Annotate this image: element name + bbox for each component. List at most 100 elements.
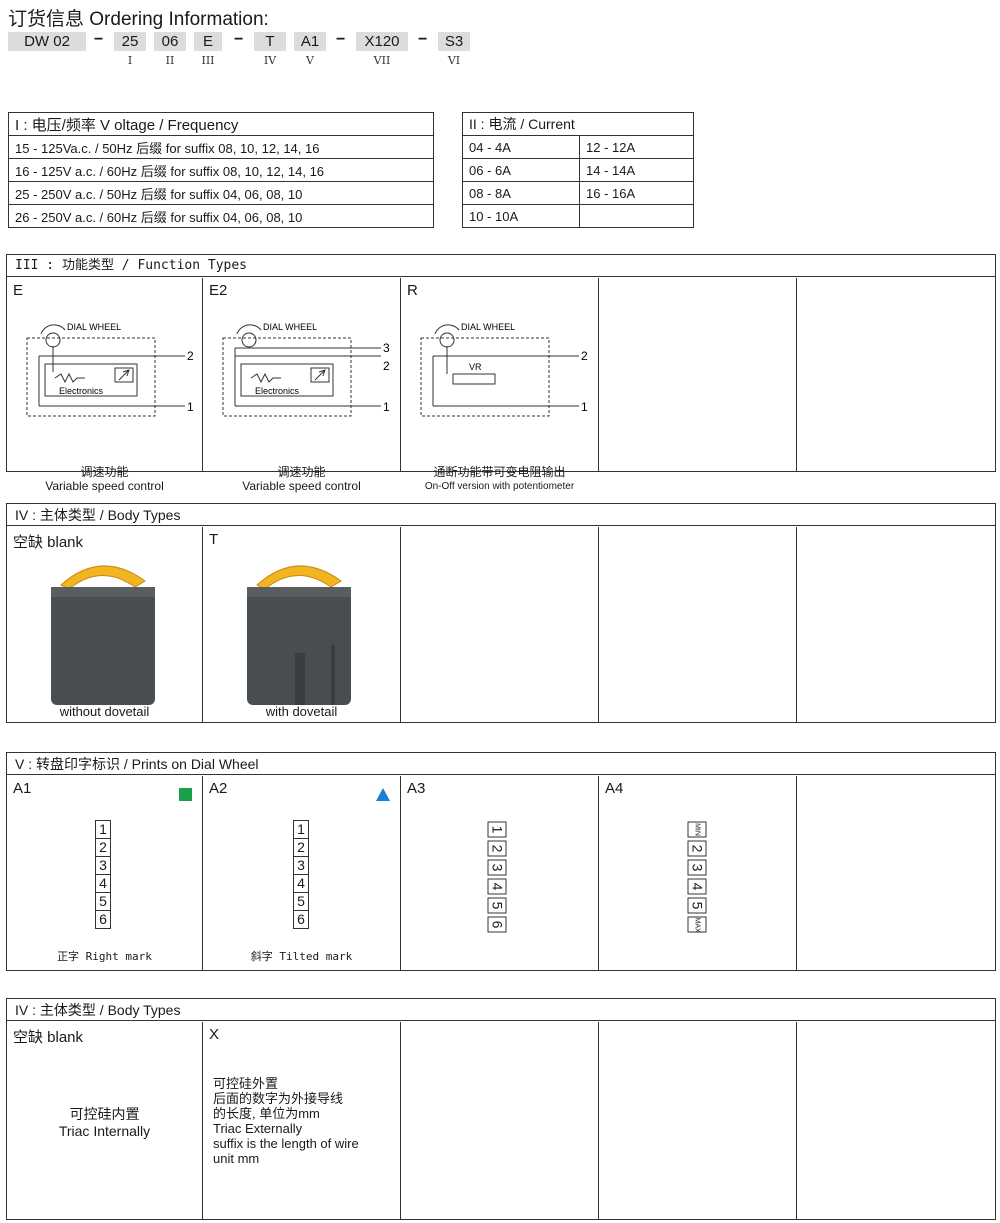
current-cell: 14 - 14A <box>579 158 694 182</box>
body-types-header: IV : 主体类型 / Body Types <box>7 504 995 526</box>
print-code: A3 <box>407 780 426 797</box>
terminal-2: 2 <box>187 349 194 363</box>
print-cell-a4: A4 MIN 2 3 4 5 MAX <box>599 776 797 970</box>
dial-number: 2 <box>687 840 707 857</box>
body-types-header: IV : 主体类型 / Body Types <box>7 999 995 1021</box>
body2-x-line: suffix is the length of wire <box>213 1136 359 1151</box>
current-cell: 10 - 10A <box>462 204 580 228</box>
code-segment-suffix: S3 <box>438 32 470 51</box>
page-title: 订货信息 Ordering Information: <box>8 9 269 30</box>
function-cell-r: R DIAL WHEEL 2 1 VR 通断功能带可变电阻输出 On-Off v… <box>401 278 599 492</box>
dial-number: 1 <box>293 820 309 839</box>
dial-number: 1 <box>95 820 111 839</box>
roman-label: VI <box>447 54 461 67</box>
dial-number: 6 <box>487 916 507 933</box>
function-types-section: III : 功能类型 / Function Types E DIAL WHEEL… <box>6 254 996 493</box>
code-dash: − <box>418 31 428 48</box>
voltage-table: I : 电压/频率 V oltage / Frequency 15 - 125V… <box>8 112 434 228</box>
current-cell: 12 - 12A <box>579 135 694 159</box>
print-code: A2 <box>209 780 228 797</box>
function-caption-cn: 调速功能 <box>80 465 129 479</box>
prints-header: V : 转盘印字标识 / Prints on Dial Wheel <box>7 753 995 775</box>
dial-number: 3 <box>487 859 507 876</box>
circuit-diagram-e2: DIAL WHEEL 3 2 1 Electronics <box>222 322 390 417</box>
current-cell: 16 - 16A <box>579 181 694 205</box>
body2-code: 空缺 blank <box>13 1029 84 1046</box>
voltage-row: 15 - 125Va.c. / 50Hz 后缀 for suffix 08, 1… <box>8 135 434 159</box>
function-caption-en: On-Off version with potentiometer <box>424 481 575 492</box>
body-cell-blank: 空缺 blank without dovetail <box>7 527 203 722</box>
body2-cell-empty <box>599 1022 797 1219</box>
function-code: E2 <box>209 282 228 299</box>
circuit-diagram-e: DIAL WHEEL 2 1 Electronics <box>26 322 194 417</box>
function-cell-empty <box>599 278 797 471</box>
body-cell-empty <box>401 527 599 722</box>
body2-x-line: unit mm <box>213 1151 260 1166</box>
print-cell-a3: A3 1 2 3 4 5 6 <box>401 776 599 970</box>
blue-triangle-icon <box>376 788 390 801</box>
terminal-3: 3 <box>383 341 390 355</box>
print-cell-a2: A2 1 2 3 4 5 6 斜字 Tilted mark <box>203 776 401 970</box>
code-dash: − <box>94 31 104 48</box>
dial-number: 5 <box>487 897 507 914</box>
dial-number: 3 <box>95 856 111 875</box>
dial-number: 6 <box>95 910 111 929</box>
dial-wheel-label: DIAL WHEEL <box>67 322 121 332</box>
terminal-1: 1 <box>581 400 588 414</box>
function-code: E <box>13 282 24 299</box>
dial-number: MAX <box>687 916 707 933</box>
body2-cell-empty <box>797 1022 995 1219</box>
function-code: R <box>407 282 418 299</box>
body2-x-line: 的长度, 单位为mm <box>213 1106 320 1121</box>
function-caption-en: Variable speed control <box>242 479 361 493</box>
terminal-1: 1 <box>187 400 194 414</box>
voltage-row: 25 - 250V a.c. / 50Hz 后缀 for suffix 04, … <box>8 181 434 205</box>
body-code: T <box>209 531 219 548</box>
body2-cell-x: X 可控硅外置 后面的数字为外接导线 的长度, 单位为mm Triac Exte… <box>203 1022 401 1219</box>
voltage-row: 26 - 250V a.c. / 60Hz 后缀 for suffix 04, … <box>8 204 434 228</box>
roman-label: III <box>201 54 215 67</box>
dial-wheel-label: DIAL WHEEL <box>263 322 317 332</box>
body2-cell-blank: 空缺 blank 可控硅内置 Triac Internally <box>7 1022 203 1219</box>
dial-number: 3 <box>293 856 309 875</box>
code-dash: − <box>234 31 244 48</box>
code-segment-body: T <box>254 32 286 51</box>
function-cell-empty <box>797 278 995 471</box>
code-dash: − <box>336 31 346 48</box>
body-image-with-dovetail <box>247 565 351 705</box>
print-caption: 正字 Right mark <box>57 950 152 963</box>
dial-number-column-rotated: 1 2 3 4 5 6 <box>487 820 507 934</box>
body-cell-empty <box>599 527 797 722</box>
dial-number: 4 <box>687 878 707 895</box>
dial-wheel-label: DIAL WHEEL <box>461 322 515 332</box>
print-caption: 斜字 Tilted mark <box>250 950 353 963</box>
green-square-icon <box>179 788 192 801</box>
dial-number: 3 <box>687 859 707 876</box>
electronics-label: Electronics <box>59 386 104 396</box>
body2-code: X <box>209 1026 220 1043</box>
roman-label: VII <box>373 54 391 67</box>
roman-label: IV <box>263 54 277 67</box>
body2-x-line: 后面的数字为外接导线 <box>213 1091 344 1106</box>
circuit-diagram-r: DIAL WHEEL 2 1 VR <box>420 322 588 417</box>
current-cell: 08 - 8A <box>462 181 580 205</box>
dial-number: 4 <box>95 874 111 893</box>
function-caption-en: Variable speed control <box>45 479 164 493</box>
function-cell-e: E DIAL WHEEL 2 1 Electronics 调速功能 Variab… <box>7 278 203 493</box>
print-cell-empty <box>797 776 995 970</box>
body2-x-line: Triac Externally <box>213 1121 303 1136</box>
dial-number: 4 <box>487 878 507 895</box>
voltage-row: 16 - 125V a.c. / 60Hz 后缀 for suffix 08, … <box>8 158 434 182</box>
body-caption: without dovetail <box>59 704 150 719</box>
dial-number: 2 <box>293 838 309 857</box>
function-caption-cn: 调速功能 <box>277 465 326 479</box>
code-segment-current: 06 <box>154 32 186 51</box>
terminal-2: 2 <box>581 349 588 363</box>
body2-line-cn: 可控硅内置 <box>69 1106 140 1122</box>
terminal-1: 1 <box>383 400 390 414</box>
code-segment-wire: X120 <box>356 32 408 51</box>
code-segment-model: DW 02 <box>8 32 86 51</box>
dial-number: 2 <box>487 840 507 857</box>
body-caption: with dovetail <box>265 704 338 719</box>
dial-number: 2 <box>95 838 111 857</box>
